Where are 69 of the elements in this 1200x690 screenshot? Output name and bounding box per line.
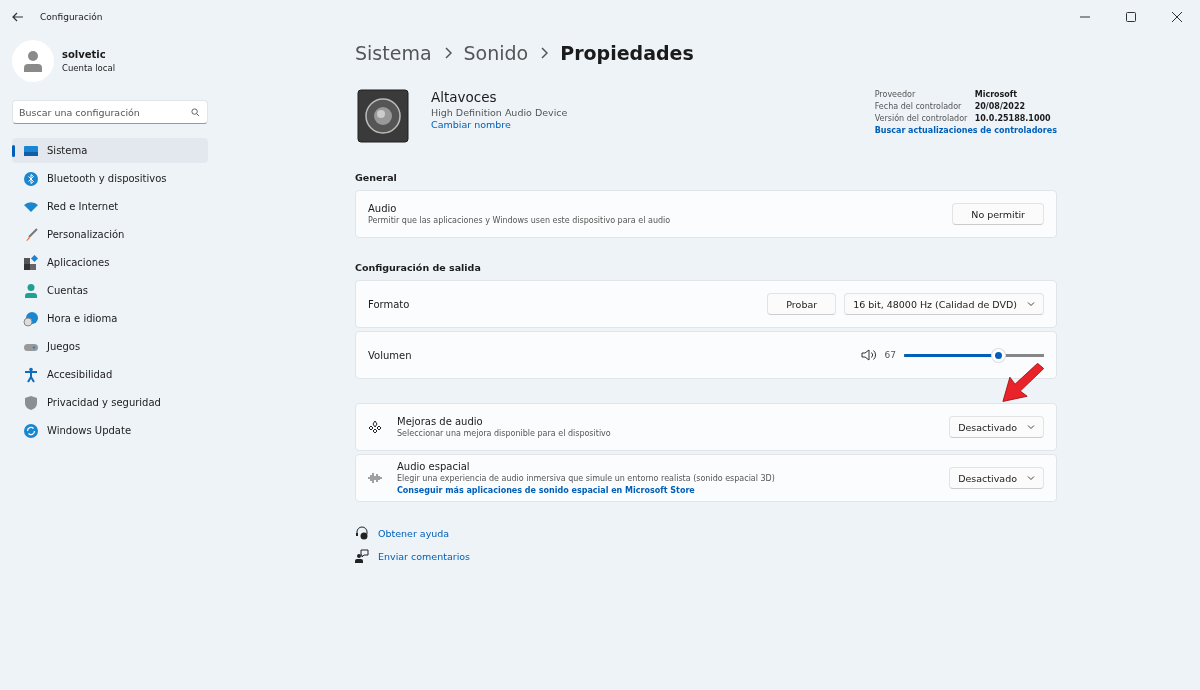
chevron-down-icon	[1027, 424, 1035, 430]
store-link[interactable]: Conseguir más aplicaciones de sonido espacial en Microsoft Store	[397, 486, 695, 495]
sync-icon	[23, 422, 39, 439]
breadcrumb-link[interactable]: Sonido	[463, 42, 529, 64]
setting-title: Audio espacial	[397, 461, 471, 472]
driver-update-link[interactable]: Buscar actualizaciones de controladores	[874, 126, 1057, 135]
accessibility-icon	[23, 366, 39, 383]
speaker-icon	[355, 88, 411, 144]
detail-value: 10.0.25188.1000	[974, 114, 1052, 123]
sidebar-item[interactable]: Red e Internet	[12, 194, 208, 219]
sidebar-item[interactable]: Cuentas	[12, 278, 208, 303]
detail-label: Proveedor	[874, 90, 917, 99]
dropdown[interactable]: Desactivado	[949, 467, 1044, 489]
setting-description: Elegir una experiencia de audio inmersiva que simule un entorno realista (sonido espacial 3D)	[397, 474, 776, 483]
person-chat-icon	[355, 549, 369, 563]
chevron-down-icon	[1027, 475, 1035, 481]
rename-link[interactable]: Cambiar nombre	[431, 119, 511, 130]
page-title: Propiedades	[560, 42, 694, 64]
chevron-down-icon	[1027, 301, 1035, 307]
shield-icon	[23, 394, 39, 411]
sound-wave-icon	[368, 471, 382, 485]
globe-clock-icon	[23, 310, 39, 327]
sidebar-item[interactable]: Bluetooth y dispositivos	[12, 166, 208, 191]
sparkle-icon	[368, 420, 382, 434]
slider-thumb[interactable]	[991, 348, 1005, 362]
sidebar-item[interactable]: Sistema	[12, 138, 208, 163]
detail-label: Fecha del controlador	[874, 102, 963, 111]
chevron-right-icon	[540, 47, 549, 59]
section-heading: Configuración de salida	[355, 262, 482, 273]
account-type: Cuenta local	[62, 63, 115, 73]
headset-question-icon	[355, 526, 369, 540]
search-icon[interactable]	[191, 108, 200, 117]
help-link[interactable]: Obtener ayuda	[378, 527, 450, 539]
help-link[interactable]: Enviar comentarios	[378, 550, 471, 562]
sidebar-item[interactable]: Juegos	[12, 334, 208, 359]
sidebar-item[interactable]: Windows Update	[12, 418, 208, 443]
user-name: solvetic	[62, 49, 107, 60]
search-field[interactable]: Buscar una configuración	[12, 100, 208, 124]
dropdown[interactable]: Desactivado	[949, 416, 1044, 438]
sidebar-item[interactable]: Accesibilidad	[12, 362, 208, 387]
setting-title: Volumen	[368, 349, 413, 361]
bluetooth-icon	[23, 170, 39, 187]
sidebar-item[interactable]: Hora e idioma	[12, 306, 208, 331]
device-description: High Definition Audio Device	[431, 107, 569, 118]
section-heading: General	[355, 172, 398, 183]
detail-label: Versión del controlador	[874, 114, 969, 123]
action-button[interactable]: No permitir	[952, 203, 1044, 225]
speaker-volume-icon[interactable]	[860, 348, 877, 362]
apps-icon	[23, 254, 39, 271]
volume-value: 67	[884, 350, 896, 360]
detail-value: 20/08/2022	[974, 102, 1027, 111]
setting-title: Formato	[368, 298, 411, 310]
person-silhouette-icon	[23, 50, 43, 72]
paintbrush-icon	[23, 226, 39, 243]
test-button[interactable]: Probar	[767, 293, 837, 315]
setting-description: Seleccionar una mejora disponible para el dispositivo	[397, 429, 612, 438]
sidebar-item[interactable]: Aplicaciones	[12, 250, 208, 275]
breadcrumb-link[interactable]: Sistema	[355, 42, 432, 64]
setting-title: Mejoras de audio	[397, 416, 484, 427]
setting-title: Audio	[368, 203, 398, 214]
detail-value: Microsoft	[974, 90, 1019, 99]
window-title: Configuración	[40, 12, 104, 22]
chevron-right-icon	[443, 47, 452, 59]
sidebar-item[interactable]: Personalización	[12, 222, 208, 247]
person-icon	[23, 282, 39, 299]
dropdown[interactable]: 16 bit, 48000 Hz (Calidad de DVD)	[844, 293, 1044, 315]
device-name: Altavoces	[431, 89, 498, 105]
sidebar-item[interactable]: Privacidad y seguridad	[12, 390, 208, 415]
setting-description: Permitir que las aplicaciones y Windows usen este dispositivo para el audio	[368, 216, 672, 225]
